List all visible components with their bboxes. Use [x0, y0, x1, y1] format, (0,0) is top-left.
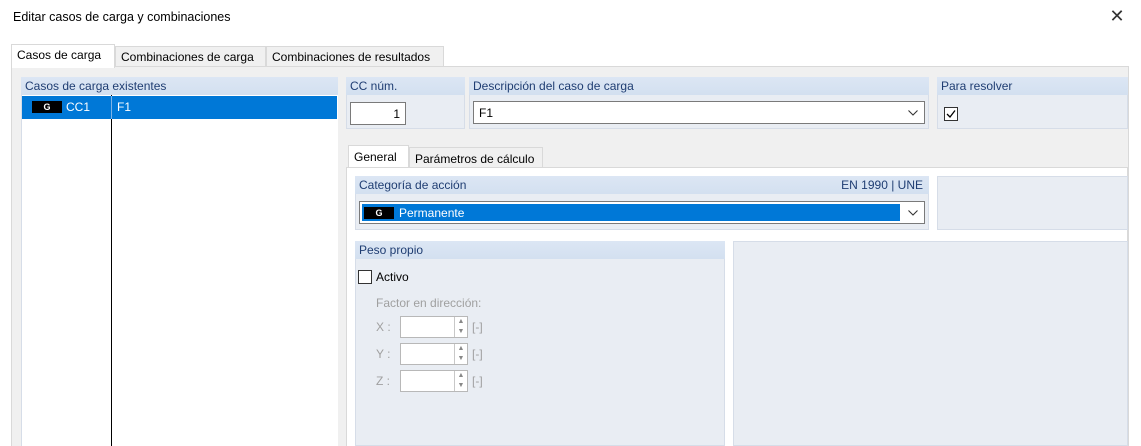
axis-z-unit: [-] [472, 374, 483, 388]
action-category-label: Categoría de acción [359, 178, 467, 192]
to-solve-checkbox[interactable] [944, 107, 958, 121]
case-type-badge: G [32, 101, 62, 113]
existing-cases-header: Casos de carga existentes [21, 77, 338, 95]
chevron-down-icon[interactable] [904, 203, 922, 223]
self-weight-active-label: Activo [376, 270, 409, 284]
factor-x-input[interactable]: ▲ ▼ [400, 316, 468, 338]
action-category-standard: EN 1990 | UNE [841, 178, 923, 192]
to-solve-header: Para resolver [937, 77, 1128, 95]
cc-number-header: CC núm. [346, 77, 465, 95]
preview-panel [733, 241, 1128, 446]
self-weight-header: Peso propio [355, 241, 725, 259]
action-category-value: Permanente [399, 206, 465, 220]
axis-y-unit: [-] [472, 347, 483, 361]
cc-number-field[interactable]: 1 [350, 102, 406, 125]
action-category-side-box [937, 176, 1128, 230]
axis-x-unit: [-] [472, 320, 483, 334]
factor-y-input[interactable]: ▲ ▼ [400, 343, 468, 365]
check-icon [946, 110, 956, 118]
factor-z-input[interactable]: ▲ ▼ [400, 370, 468, 392]
tab-combinaciones-de-resultados[interactable]: Combinaciones de resultados [266, 46, 444, 67]
tab-combinaciones-de-carga[interactable]: Combinaciones de carga [115, 46, 266, 67]
row-divider [111, 96, 112, 119]
existing-cases-list[interactable] [21, 95, 338, 446]
action-category-selection: G Permanente [362, 204, 900, 221]
spin-down-icon[interactable]: ▼ [454, 381, 467, 391]
spin-up-icon[interactable]: ▲ [454, 344, 467, 354]
axis-y-label: Y : [376, 347, 391, 361]
subtab-general[interactable]: General [348, 145, 409, 167]
spin-up-icon[interactable]: ▲ [454, 371, 467, 381]
title-bar: Editar casos de carga y combinaciones ✕ [0, 0, 1141, 36]
spin-down-icon[interactable]: ▼ [454, 354, 467, 364]
axis-z-label: Z : [376, 374, 390, 388]
case-id: CC1 [66, 100, 91, 114]
subtab-parametros-de-calculo[interactable]: Parámetros de cálculo [409, 147, 543, 167]
list-column-divider [111, 95, 112, 446]
chevron-down-icon[interactable] [904, 103, 922, 123]
description-header: Descripción del caso de carga [469, 77, 929, 95]
case-description: F1 [117, 100, 132, 114]
action-type-badge: G [364, 207, 394, 219]
spin-down-icon[interactable]: ▼ [454, 327, 467, 337]
action-category-header: Categoría de acción EN 1990 | UNE [355, 176, 929, 194]
axis-x-label: X : [376, 320, 391, 334]
description-value: F1 [479, 106, 494, 120]
close-icon[interactable]: ✕ [1107, 6, 1127, 26]
description-select[interactable]: F1 [473, 101, 925, 124]
window-title: Editar casos de carga y combinaciones [13, 10, 231, 24]
factor-direction-label: Factor en dirección: [376, 296, 482, 310]
tab-casos-de-carga[interactable]: Casos de carga [11, 44, 115, 68]
self-weight-active-checkbox[interactable] [358, 270, 372, 284]
spin-up-icon[interactable]: ▲ [454, 317, 467, 327]
list-item[interactable]: G CC1 F1 [22, 96, 337, 119]
action-category-select[interactable]: G Permanente [359, 201, 925, 224]
